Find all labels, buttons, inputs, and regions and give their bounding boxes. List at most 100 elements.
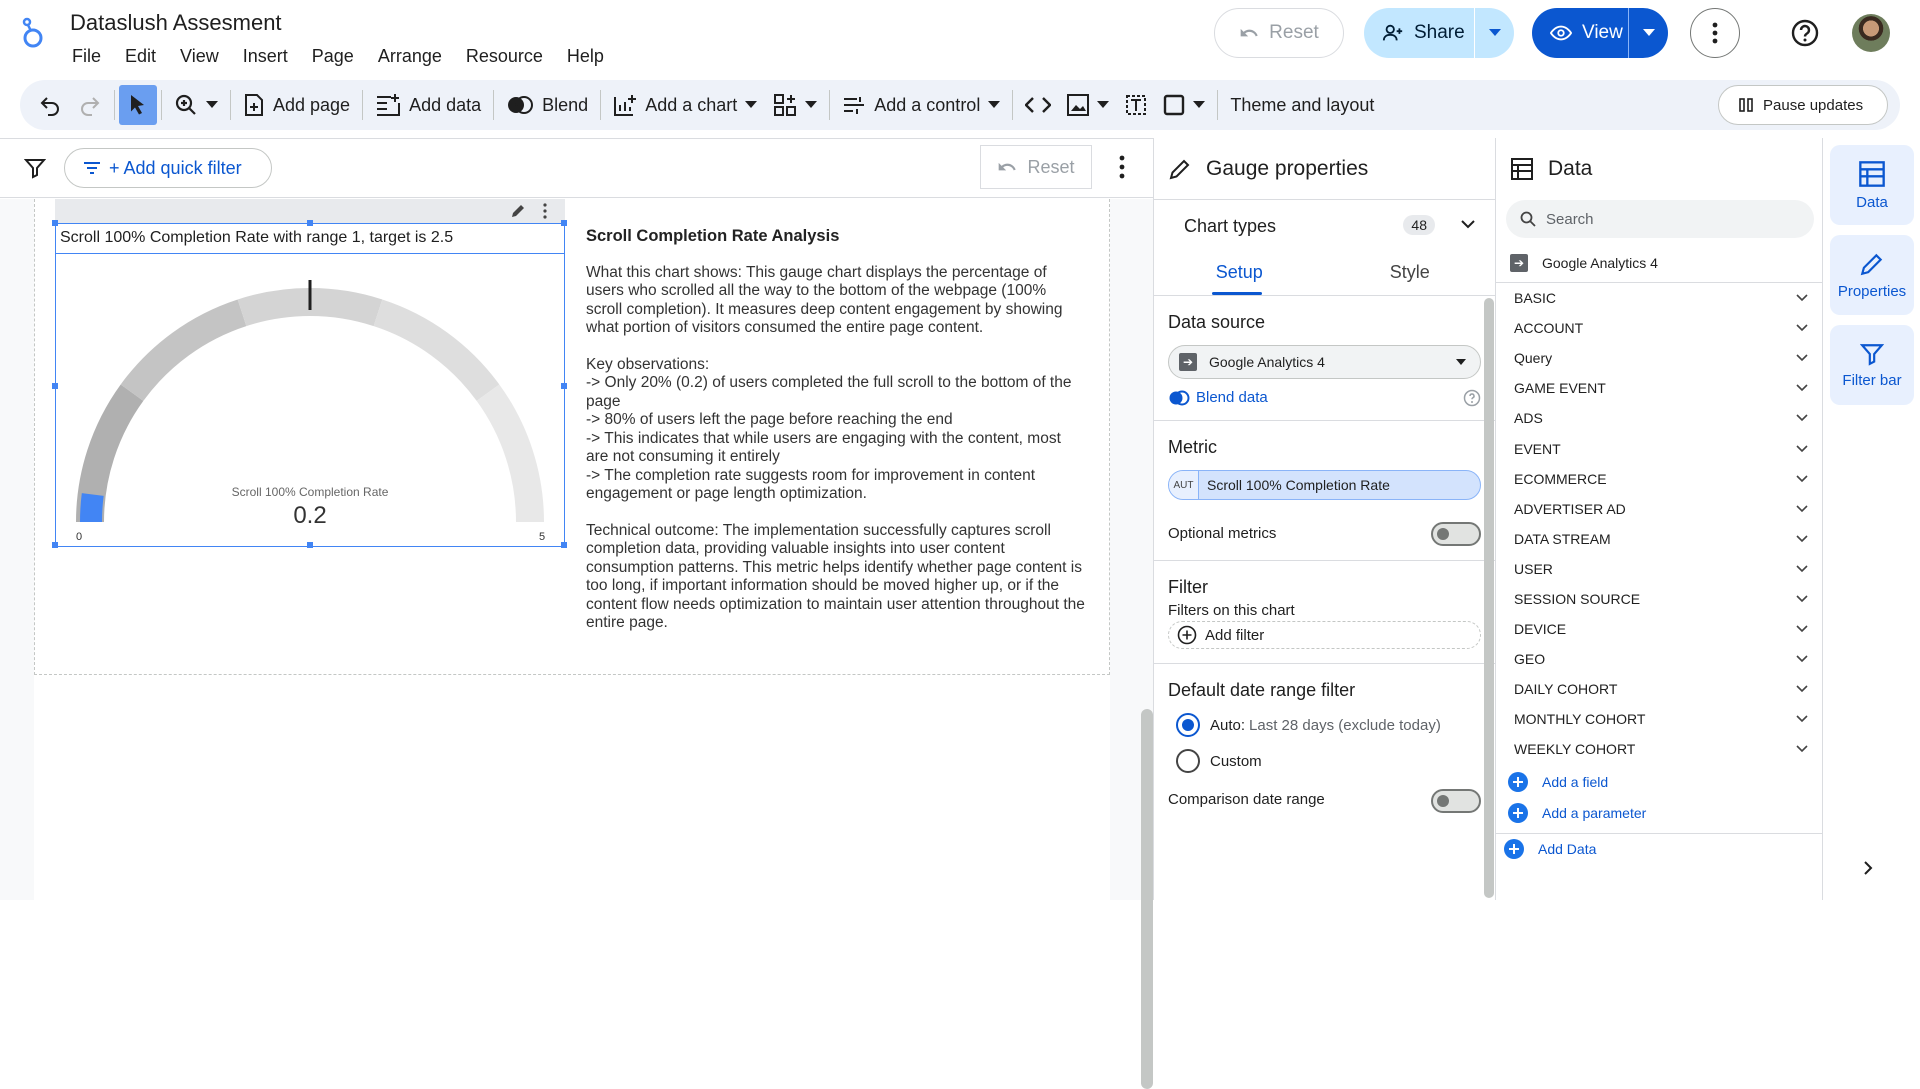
field-group-row[interactable]: BASIC (1496, 283, 1822, 313)
filter-reset-button[interactable]: Reset (980, 145, 1092, 189)
select-tool-button[interactable] (119, 85, 157, 125)
resize-handle[interactable] (52, 542, 58, 548)
toolbar-divider (1217, 90, 1219, 120)
gauge-chart-title[interactable]: Scroll 100% Completion Rate with range 1… (56, 224, 564, 254)
blend-data-link[interactable]: Blend data (1168, 389, 1481, 406)
field-group-row[interactable]: EVENT (1496, 433, 1822, 463)
add-page-button[interactable]: Add page (235, 85, 358, 125)
field-group-row[interactable]: ACCOUNT (1496, 313, 1822, 343)
tab-setup[interactable]: Setup (1154, 252, 1325, 295)
auto-date-option[interactable]: Auto: Last 28 days (exclude today) (1176, 713, 1473, 737)
resize-handle[interactable] (52, 220, 58, 226)
report-title[interactable]: Dataslush Assesment (70, 10, 282, 36)
tab-style[interactable]: Style (1325, 252, 1496, 295)
more-vert-icon[interactable] (543, 203, 547, 219)
edit-icon[interactable] (510, 203, 526, 219)
chevron-down-icon (1796, 294, 1808, 302)
properties-scrollbar[interactable] (1484, 298, 1494, 898)
sidebar-filter-bar-button[interactable]: Filter bar (1830, 325, 1914, 405)
field-group-row[interactable]: SESSION SOURCE (1496, 584, 1822, 614)
data-source-select[interactable]: ➔ Google Analytics 4 (1168, 345, 1481, 379)
menu-insert[interactable]: Insert (231, 44, 300, 69)
chevron-right-icon[interactable] (1863, 860, 1873, 876)
text-box-button[interactable] (1117, 85, 1155, 125)
looker-studio-logo-icon[interactable] (18, 14, 48, 50)
field-group-row[interactable]: DAILY COHORT (1496, 674, 1822, 704)
menu-help[interactable]: Help (555, 44, 616, 69)
field-group-row[interactable]: WEEKLY COHORT (1496, 734, 1822, 764)
shape-button[interactable] (1155, 85, 1213, 125)
resize-handle[interactable] (307, 220, 313, 226)
view-dropdown-button[interactable] (1628, 8, 1668, 58)
chevron-down-icon (1796, 745, 1808, 753)
community-viz-button[interactable] (765, 85, 825, 125)
resize-handle[interactable] (307, 542, 313, 548)
menu-view[interactable]: View (168, 44, 231, 69)
embed-url-button[interactable] (1017, 85, 1059, 125)
field-group-label: USER (1514, 560, 1553, 577)
custom-date-option[interactable]: Custom (1176, 749, 1473, 773)
analysis-text-box[interactable]: Scroll Completion Rate Analysis What thi… (586, 227, 1086, 651)
field-group-row[interactable]: USER (1496, 554, 1822, 584)
pause-updates-button[interactable]: Pause updates (1718, 85, 1888, 125)
field-group-row[interactable]: ADVERTISER AD (1496, 494, 1822, 524)
comparison-label: Comparison date range (1168, 791, 1325, 808)
zoom-button[interactable] (166, 85, 226, 125)
chart-types-selector[interactable]: Chart types 48 (1154, 200, 1495, 252)
field-group-row[interactable]: DATA STREAM (1496, 524, 1822, 554)
menu-resource[interactable]: Resource (454, 44, 555, 69)
image-button[interactable] (1059, 85, 1117, 125)
add-quick-filter-button[interactable]: + Add quick filter (64, 148, 272, 188)
share-button[interactable]: Share (1364, 8, 1514, 58)
more-vert-icon[interactable] (1119, 155, 1125, 179)
field-search[interactable]: Search (1506, 200, 1814, 238)
field-group-row[interactable]: Query (1496, 343, 1822, 373)
undo-button[interactable] (30, 85, 70, 125)
share-dropdown-button[interactable] (1474, 8, 1514, 58)
help-icon[interactable] (1790, 18, 1820, 48)
reset-button[interactable]: Reset (1214, 8, 1344, 58)
custom-radio[interactable] (1176, 749, 1200, 773)
user-avatar[interactable] (1852, 14, 1890, 52)
field-group-row[interactable]: ADS (1496, 403, 1822, 433)
optional-metrics-toggle[interactable] (1431, 522, 1481, 546)
resize-handle[interactable] (561, 383, 567, 389)
resize-handle[interactable] (561, 542, 567, 548)
add-control-button[interactable]: Add a control (834, 85, 1008, 125)
field-group-row[interactable]: MONTHLY COHORT (1496, 704, 1822, 734)
sidebar-data-button[interactable]: Data (1830, 145, 1914, 225)
canvas-scrollbar[interactable] (1141, 709, 1153, 1089)
toolbar-divider (161, 90, 162, 120)
pencil-icon (1169, 159, 1190, 179)
redo-button[interactable] (70, 85, 110, 125)
gauge-range-band (373, 299, 500, 401)
data-source-row[interactable]: ➔ Google Analytics 4 (1496, 238, 1822, 283)
metric-chip[interactable]: AUT Scroll 100% Completion Rate (1168, 470, 1481, 500)
field-group-row[interactable]: GAME EVENT (1496, 373, 1822, 403)
menu-arrange[interactable]: Arrange (366, 44, 454, 69)
field-group-row[interactable]: ECOMMERCE (1496, 464, 1822, 494)
menu-file[interactable]: File (60, 44, 113, 69)
add-parameter-link[interactable]: Add a parameter (1496, 798, 1822, 829)
more-options-button[interactable] (1690, 8, 1740, 58)
auto-radio[interactable] (1176, 713, 1200, 737)
add-data-link[interactable]: Add Data (1496, 832, 1822, 864)
field-group-row[interactable]: DEVICE (1496, 614, 1822, 644)
sidebar-properties-button[interactable]: Properties (1830, 235, 1914, 315)
help-icon[interactable] (1463, 389, 1481, 407)
blend-button[interactable]: Blend (498, 85, 596, 125)
field-group-row[interactable]: GEO (1496, 644, 1822, 674)
theme-layout-button[interactable]: Theme and layout (1222, 85, 1382, 125)
add-chart-button[interactable]: Add a chart (605, 85, 765, 125)
view-button[interactable]: View (1532, 8, 1668, 58)
resize-handle[interactable] (561, 220, 567, 226)
menu-edit[interactable]: Edit (113, 44, 168, 69)
gauge-chart[interactable]: Scroll 100% Completion Rate with range 1… (52, 220, 567, 548)
add-data-button[interactable]: Add data (367, 85, 489, 125)
add-filter-button[interactable]: Add filter (1168, 621, 1481, 649)
filter-icon[interactable] (24, 157, 46, 179)
comparison-toggle[interactable] (1431, 789, 1481, 813)
menu-page[interactable]: Page (300, 44, 366, 69)
resize-handle[interactable] (52, 383, 58, 389)
add-field-link[interactable]: Add a field (1496, 767, 1822, 798)
